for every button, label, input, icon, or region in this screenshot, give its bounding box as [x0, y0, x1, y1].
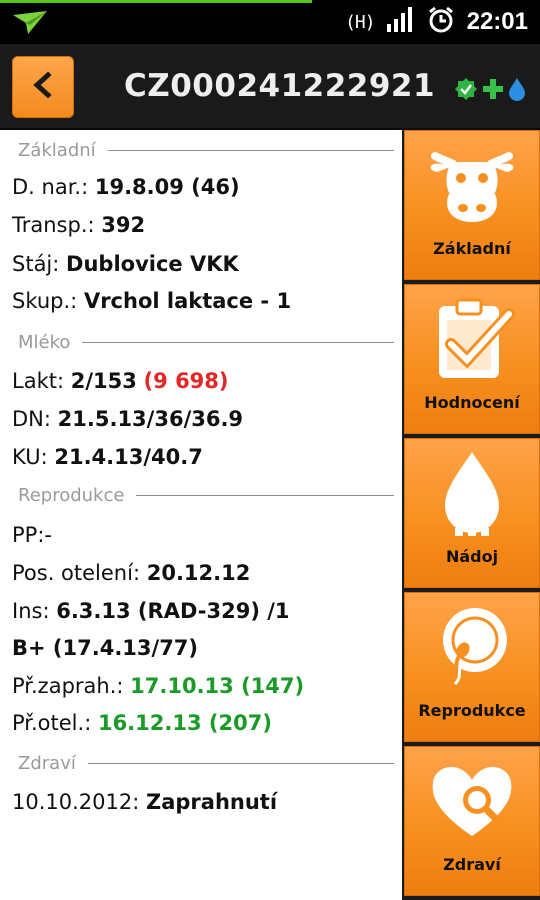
- sidebar-item-label: Reprodukce: [418, 701, 526, 720]
- drop-icon: [508, 77, 526, 105]
- transp-row: Transp.: 392: [12, 213, 146, 237]
- sidebar-item-reproduction[interactable]: Reprodukce: [404, 592, 540, 742]
- sidebar-item-label: Nádoj: [445, 547, 499, 566]
- progress-line: [0, 0, 312, 3]
- pp-row: PP:-: [12, 523, 52, 547]
- sidebar-item-basic[interactable]: Základní: [404, 130, 540, 280]
- sidebar-nav: Základní Hodnocení Nádoj Reprodukce Zdra…: [402, 130, 540, 900]
- plus-icon: [482, 78, 504, 104]
- alarm-clock-icon: [427, 6, 455, 38]
- check-badge-icon: [454, 77, 478, 105]
- lakt-row: Lakt: 2/153 (9 698): [12, 369, 229, 393]
- ku-row: KU: 21.4.13/40.7: [12, 445, 203, 469]
- calving-row: Pos. otelení: 20.12.12: [12, 561, 251, 585]
- chevron-left-icon: [32, 71, 54, 102]
- sidebar-item-health[interactable]: Zdraví: [404, 746, 540, 896]
- status-bar: (H) 22:01: [0, 0, 540, 44]
- milk-drop-icon: [427, 448, 517, 538]
- cow-head-icon: [427, 140, 517, 230]
- pregnancy-row: Př.zaprah.: 17.10.13 (147): [12, 674, 305, 698]
- sidebar-item-label: Zdraví: [443, 855, 501, 874]
- sidebar-item-milk[interactable]: Nádoj: [404, 438, 540, 588]
- page-title: CZ000241222921: [124, 68, 436, 104]
- birth-row: D. nar.: 19.8.09 (46): [12, 175, 240, 199]
- network-type-icon: (H): [345, 11, 375, 33]
- sperm-egg-icon: [427, 602, 517, 692]
- group-row: Skup.: Vrchol laktace - 1: [12, 289, 292, 313]
- clipboard-check-icon: [427, 294, 517, 384]
- section-header-reproduction: Reprodukce: [18, 483, 394, 507]
- sidebar-item-label: Základní: [433, 239, 511, 258]
- stable-row: Stáj: Dublovice VKK: [12, 252, 239, 276]
- back-button[interactable]: [12, 56, 74, 118]
- clock-time: 22:01: [466, 8, 528, 35]
- lakt-total: (9 698): [143, 369, 229, 393]
- sidebar-item-evaluation[interactable]: Hodnocení: [404, 284, 540, 434]
- signal-icon: [386, 7, 415, 37]
- next-calving-row: Př.otel.: 16.12.13 (207): [12, 711, 272, 735]
- section-header-milk: Mléko: [18, 330, 394, 354]
- sidebar-item-label: Hodnocení: [424, 393, 520, 412]
- heart-search-icon: [427, 756, 517, 846]
- section-header-basic: Základní: [18, 138, 394, 162]
- insemination-row: Ins: 6.3.13 (RAD-329) /1: [12, 599, 290, 623]
- paper-plane-icon: [12, 9, 48, 39]
- detail-list: Základní D. nar.: 19.8.09 (46) Transp.: …: [0, 130, 402, 900]
- dn-row: DN: 21.5.13/36/36.9: [12, 407, 244, 431]
- health-entry-row: 10.10.2012: Zaprahnutí: [12, 790, 278, 814]
- section-header-health: Zdraví: [18, 751, 394, 775]
- insemination-row-2: B+ (17.4.13/77): [12, 636, 199, 660]
- app-header: CZ000241222921: [0, 44, 540, 130]
